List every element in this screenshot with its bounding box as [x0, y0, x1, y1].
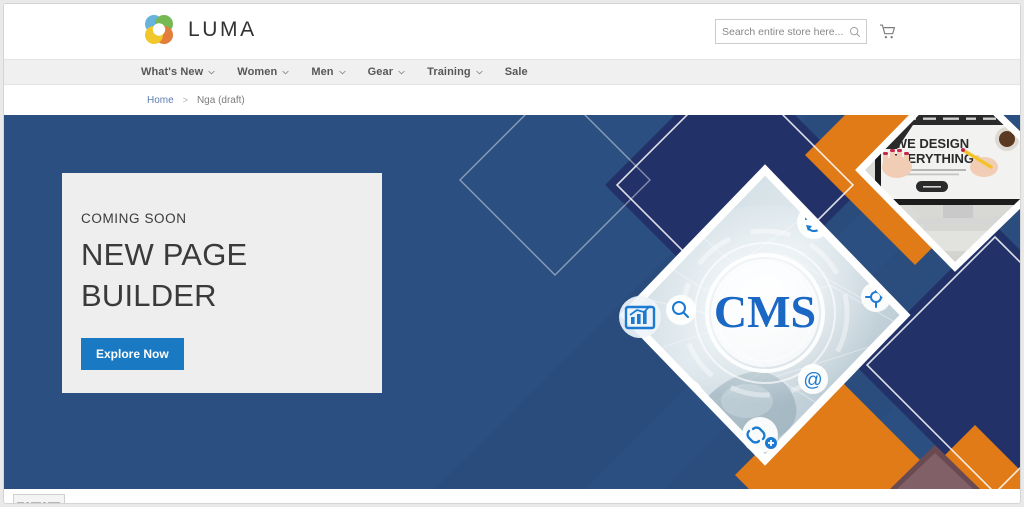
chevron-down-icon: [208, 70, 215, 74]
luma-flower-logo-icon: [145, 15, 173, 44]
toolbar-fragment-tick: [26, 501, 29, 503]
toolbar-fragment-tick: [31, 501, 41, 503]
nav-item-men[interactable]: Men: [311, 66, 346, 78]
breadcrumb-separator-icon: >: [182, 95, 188, 105]
chevron-down-icon: [338, 70, 346, 74]
screenshot-viewport: LUMA What's New Wo: [0, 0, 1024, 507]
nav-item-label: What's New: [141, 66, 204, 78]
nav-item-whats-new[interactable]: What's New: [141, 66, 215, 78]
bar-chart-icon-bubble: [619, 296, 661, 338]
shopping-cart-icon[interactable]: [879, 23, 896, 40]
link-plus-icon-bubble: [742, 417, 778, 453]
hero-headline-line2: BUILDER: [81, 277, 217, 313]
main-navigation: What's New Women Men Gear Training Sale: [4, 59, 1020, 85]
cms-label: CMS: [714, 286, 816, 337]
browser-content-frame: LUMA What's New Wo: [3, 3, 1021, 504]
search-box[interactable]: [715, 19, 867, 44]
at-sign-icon-bubble: @: [798, 364, 828, 394]
search-icon[interactable]: [849, 26, 861, 38]
nav-item-label: Men: [311, 66, 334, 78]
header-actions: [715, 19, 896, 44]
nav-item-label: Gear: [367, 66, 394, 78]
nav-item-label: Women: [237, 66, 278, 78]
toolbar-fragment-tick: [17, 501, 24, 503]
search-input[interactable]: [716, 20, 866, 43]
breadcrumb: Home > Nga (draft): [4, 85, 1020, 115]
hero-headline-line1: NEW PAGE: [81, 237, 248, 272]
hero-banner: WE DESIGN EVERYTHING CMS @ COMING SOON N…: [4, 115, 1020, 489]
hero-text-card: COMING SOON NEW PAGE BUILDER Explore Now: [62, 173, 382, 393]
site-logo[interactable]: LUMA: [141, 12, 257, 48]
logo-wordmark: LUMA: [188, 18, 257, 41]
hero-eyebrow: COMING SOON: [81, 211, 187, 226]
nav-item-women[interactable]: Women: [237, 66, 290, 78]
toolbar-fragment[interactable]: [13, 494, 65, 503]
explore-now-button[interactable]: Explore Now: [81, 337, 184, 370]
magnifier-icon-bubble: [666, 295, 696, 325]
svg-text:@: @: [803, 370, 822, 391]
monitor-headline-1: WE DESIGN: [895, 136, 969, 151]
nav-item-label: Sale: [504, 66, 528, 78]
nav-item-training[interactable]: Training: [427, 66, 483, 78]
hero-artwork: WE DESIGN EVERYTHING CMS @: [435, 115, 1020, 489]
chevron-down-icon: [398, 70, 405, 74]
chevron-down-icon: [476, 70, 483, 74]
nav-item-gear[interactable]: Gear: [368, 66, 405, 78]
breadcrumb-home-link[interactable]: Home: [147, 95, 174, 106]
toolbar-fragment-tick: [43, 501, 46, 503]
nav-item-sale[interactable]: Sale: [505, 66, 528, 78]
chevron-down-icon: [282, 70, 290, 74]
nav-item-label: Training: [427, 66, 471, 78]
below-hero-area: [4, 489, 1020, 503]
site-header: LUMA: [4, 4, 1020, 59]
breadcrumb-current-page: Nga (draft): [196, 94, 245, 106]
toolbar-fragment-tick: [48, 501, 60, 503]
